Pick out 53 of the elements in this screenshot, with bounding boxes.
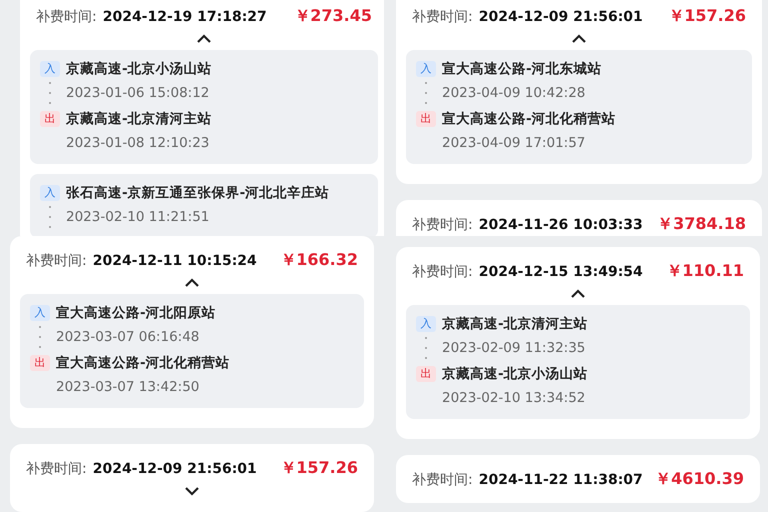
time-text: 2024-12-11 10:15:24 [92, 253, 257, 269]
station-name: 京藏高速-北京清河主站 [442, 315, 589, 334]
collapse-icon[interactable] [184, 278, 200, 288]
collapse-icon[interactable] [570, 289, 586, 299]
time-text: 2023-04-09 10:42:28 [442, 84, 586, 103]
station-name: 京藏高速-北京小汤山站 [442, 365, 589, 384]
amount-text: ￥110.11 [666, 261, 744, 282]
station-name: 宣大高速公路-河北化稍营站 [442, 110, 617, 129]
entry-badge: 入 [30, 305, 50, 321]
time-text: 2024-11-26 10:03:33 [478, 217, 643, 233]
amount-text: ￥157.26 [280, 458, 358, 479]
collapse-icon[interactable] [571, 34, 587, 44]
time-text: 2024-11-22 11:38:07 [478, 472, 643, 488]
label-text: 补费时间: [36, 8, 97, 26]
entry-badge: 入 [416, 61, 436, 77]
time-text: 2023-01-08 12:10:23 [66, 134, 210, 153]
amount-text: ￥4610.39 [655, 469, 744, 490]
exit-badge: 出 [416, 366, 436, 382]
station-name: 京藏高速-北京清河主站 [66, 110, 213, 129]
time-text: 2023-03-07 06:16:48 [56, 328, 200, 347]
collapse-icon[interactable] [196, 34, 212, 44]
time-text: 2023-04-09 17:01:57 [442, 134, 586, 153]
exit-badge: 出 [30, 355, 50, 371]
time-text: 2023-03-07 13:42:50 [56, 378, 200, 397]
exit-badge: 出 [416, 111, 436, 127]
expand-icon[interactable] [184, 486, 200, 496]
entry-badge: 入 [416, 316, 436, 332]
time-text: 2024-12-09 21:56:01 [92, 461, 257, 477]
time-text: 2023-02-09 11:32:35 [442, 339, 586, 358]
exit-badge: 出 [40, 111, 60, 127]
time-text: 2024-12-19 17:18:27 [102, 9, 267, 25]
label-text: 补费时间: [412, 471, 473, 489]
time-text: 2023-02-10 11:21:51 [66, 208, 210, 227]
label-text: 补费时间: [26, 460, 87, 478]
station-name: 宣大高速公路-河北阳原站 [56, 304, 217, 323]
time-text: 2024-12-15 13:49:54 [478, 264, 643, 280]
station-name: 宣大高速公路-河北东城站 [442, 60, 603, 79]
entry-badge: 入 [40, 61, 60, 77]
amount-text: ￥157.26 [668, 6, 746, 27]
station-name: 张石高速-京新互通至张保界-河北北辛庄站 [66, 184, 330, 203]
label-text: 补费时间: [412, 8, 473, 26]
time-text: 2023-02-10 13:34:52 [442, 389, 586, 408]
time-text: 2024-12-09 21:56:01 [478, 9, 643, 25]
label-text: 补费时间: [412, 216, 473, 234]
time-text: 2023-01-06 15:08:12 [66, 84, 210, 103]
station-name: 京藏高速-北京小汤山站 [66, 60, 213, 79]
station-name: 宣大高速公路-河北化稍营站 [56, 354, 231, 373]
entry-badge: 入 [40, 185, 60, 201]
amount-text: ￥273.45 [294, 6, 372, 27]
amount-text: ￥166.32 [280, 250, 358, 271]
label-text: 补费时间: [26, 252, 87, 270]
amount-text: ￥3784.18 [657, 214, 746, 235]
label-text: 补费时间: [412, 263, 473, 281]
